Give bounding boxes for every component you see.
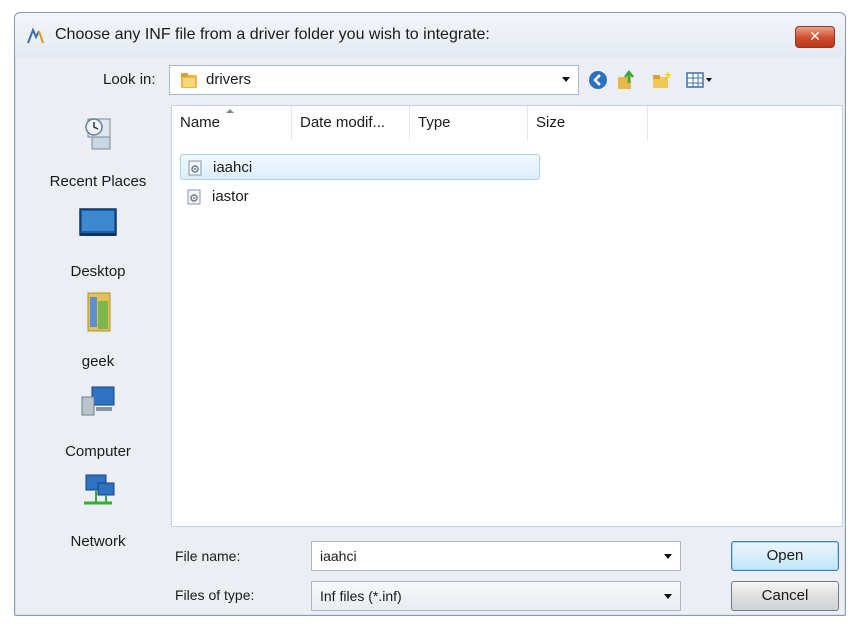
file-name-field[interactable]: iaahci <box>311 541 681 571</box>
places-bar: Recent Places Desktop geek Computer Netw… <box>23 105 173 555</box>
file-type-select[interactable]: Inf files (*.inf) <box>311 581 681 611</box>
folder-icon <box>181 73 197 88</box>
open-button[interactable]: Open <box>731 541 839 571</box>
dialog-title: Choose any INF file from a driver folder… <box>55 26 490 43</box>
column-header-label: Name <box>180 114 221 131</box>
inf-file-icon <box>187 189 201 205</box>
list-item[interactable]: iastor <box>180 184 280 210</box>
inf-file-icon <box>188 160 202 176</box>
chevron-down-icon[interactable] <box>562 77 570 82</box>
desktop-icon <box>79 208 117 236</box>
place-label: Network <box>70 533 126 550</box>
close-button[interactable]: ✕ <box>795 26 835 48</box>
file-list[interactable]: Name Date modif... Type Size iaahci iast… <box>171 105 843 527</box>
back-icon[interactable] <box>587 69 609 91</box>
file-type-label: Files of type: <box>175 587 255 603</box>
look-in-value: drivers <box>206 71 252 88</box>
view-menu-icon[interactable] <box>685 69 715 91</box>
place-label: Recent Places <box>49 173 147 190</box>
app-icon <box>27 27 44 44</box>
file-name-label: File name: <box>175 548 241 564</box>
column-header-label: Date modif... <box>300 114 386 131</box>
place-label: Desktop <box>70 263 126 280</box>
chevron-down-icon[interactable] <box>664 554 672 559</box>
list-item[interactable]: iaahci <box>180 154 540 180</box>
column-header-date[interactable]: Date modif... <box>292 106 410 140</box>
look-in-label: Look in: <box>103 71 156 88</box>
column-header-type[interactable]: Type <box>410 106 528 140</box>
recent-places-icon <box>85 118 111 150</box>
title-bar: Choose any INF file from a driver folder… <box>15 13 845 57</box>
chevron-down-icon[interactable] <box>664 594 672 599</box>
cancel-button[interactable]: Cancel <box>731 581 839 611</box>
column-header-label: Size <box>536 114 566 131</box>
place-desktop[interactable]: Desktop <box>23 201 173 287</box>
new-folder-icon[interactable] <box>651 69 673 91</box>
place-geek[interactable]: geek <box>23 291 173 377</box>
place-label: Computer <box>65 443 131 460</box>
place-recent-places[interactable]: Recent Places <box>23 111 173 197</box>
place-computer[interactable]: Computer <box>23 381 173 467</box>
file-name-value: iaahci <box>320 548 357 564</box>
place-label: geek <box>81 353 115 370</box>
file-open-dialog: Choose any INF file from a driver folder… <box>14 12 846 616</box>
file-name: iastor <box>212 188 249 205</box>
sort-ascending-icon <box>226 109 234 113</box>
up-folder-icon[interactable] <box>615 69 637 91</box>
column-header-size[interactable]: Size <box>528 106 648 140</box>
computer-icon <box>81 386 115 416</box>
column-header-label: Type <box>418 114 451 131</box>
file-name: iaahci <box>213 159 253 176</box>
network-icon <box>84 474 115 505</box>
file-type-value: Inf files (*.inf) <box>320 588 402 604</box>
place-network[interactable]: Network <box>23 471 173 557</box>
close-icon: ✕ <box>809 28 821 44</box>
user-folder-icon <box>87 292 111 332</box>
column-header-name[interactable]: Name <box>172 106 292 140</box>
look-in-dropdown[interactable]: drivers <box>169 65 579 95</box>
